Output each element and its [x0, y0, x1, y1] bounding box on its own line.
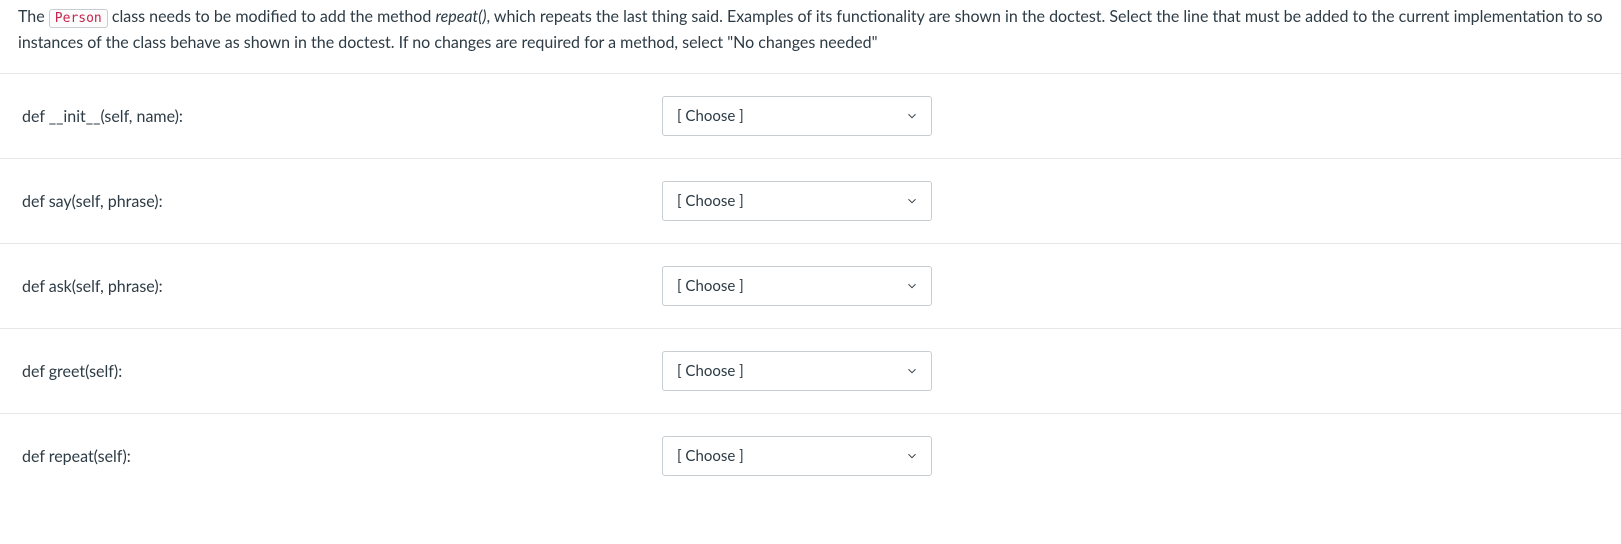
match-row-init: def __init__(self, name): [ Choose ] — [0, 74, 1621, 159]
dropdown-value: [ Choose ] — [677, 107, 744, 125]
question-prompt: The Person class needs to be modified to… — [0, 4, 1621, 73]
prompt-italic-method: repeat() — [435, 7, 486, 26]
code-token-person: Person — [49, 9, 108, 28]
dropdown-repeat[interactable]: [ Choose ] — [662, 436, 932, 476]
prompt-text-part2: class needs to be modified to add the me… — [108, 7, 436, 26]
dropdown-value: [ Choose ] — [677, 447, 744, 465]
chevron-down-icon — [905, 364, 919, 378]
dropdown-value: [ Choose ] — [677, 362, 744, 380]
prompt-text-part1: The — [18, 7, 49, 26]
dropdown-value: [ Choose ] — [677, 192, 744, 210]
match-label-say: def say(self, phrase): — [22, 192, 662, 211]
dropdown-ask[interactable]: [ Choose ] — [662, 266, 932, 306]
chevron-down-icon — [905, 279, 919, 293]
match-row-ask: def ask(self, phrase): [ Choose ] — [0, 244, 1621, 329]
match-label-ask: def ask(self, phrase): — [22, 277, 662, 296]
dropdown-say[interactable]: [ Choose ] — [662, 181, 932, 221]
dropdown-greet[interactable]: [ Choose ] — [662, 351, 932, 391]
match-row-greet: def greet(self): [ Choose ] — [0, 329, 1621, 414]
match-row-say: def say(self, phrase): [ Choose ] — [0, 159, 1621, 244]
match-label-repeat: def repeat(self): — [22, 447, 662, 466]
matching-area: def __init__(self, name): [ Choose ] def… — [0, 73, 1621, 498]
chevron-down-icon — [905, 194, 919, 208]
match-row-repeat: def repeat(self): [ Choose ] — [0, 414, 1621, 498]
match-label-greet: def greet(self): — [22, 362, 662, 381]
chevron-down-icon — [905, 449, 919, 463]
match-label-init: def __init__(self, name): — [22, 107, 662, 126]
dropdown-init[interactable]: [ Choose ] — [662, 96, 932, 136]
chevron-down-icon — [905, 109, 919, 123]
dropdown-value: [ Choose ] — [677, 277, 744, 295]
